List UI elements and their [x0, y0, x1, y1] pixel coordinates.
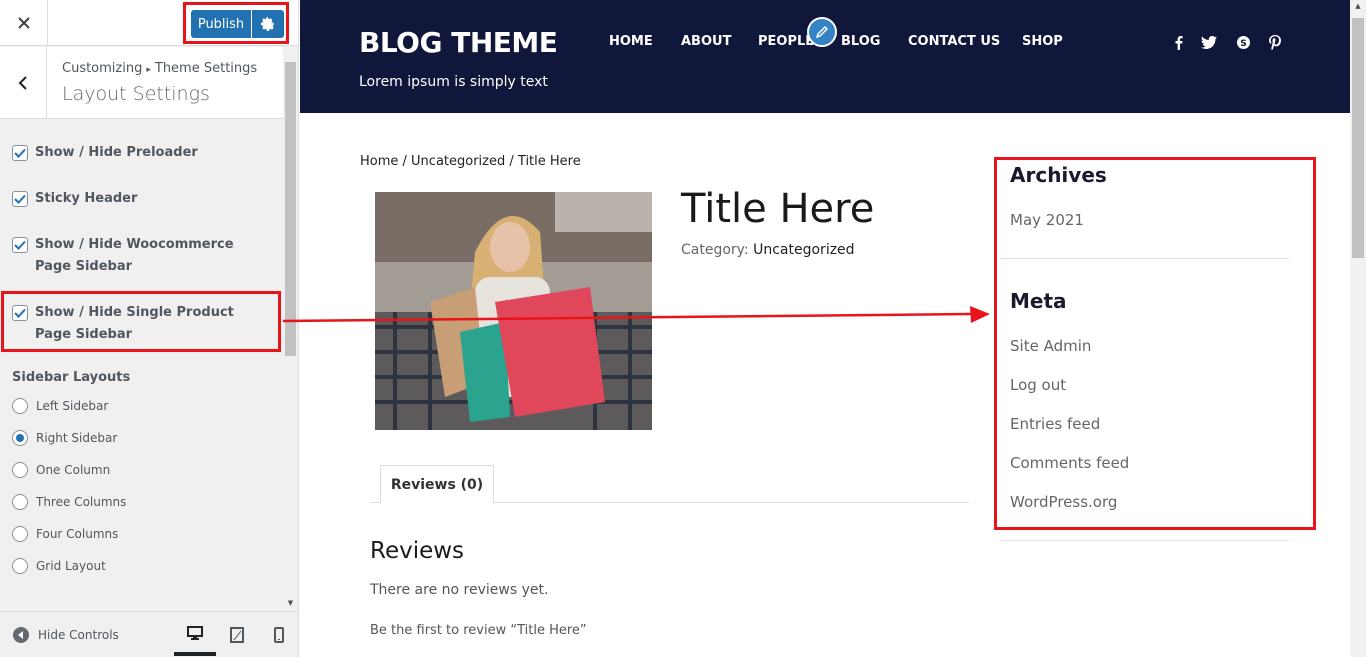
breadcrumb-current: Title Here: [517, 154, 581, 169]
desktop-icon: [187, 626, 203, 640]
category-label: Category:: [681, 242, 749, 258]
layout-three-columns[interactable]: Three Columns: [12, 494, 126, 510]
radio-selected-dot: [16, 434, 24, 442]
radio-four-columns[interactable]: [12, 526, 28, 542]
skype-icon[interactable]: S: [1235, 34, 1251, 50]
mobile-icon: [274, 627, 284, 643]
option-sticky-header[interactable]: Sticky Header: [12, 190, 137, 210]
close-icon: [17, 17, 30, 29]
scroll-down-arrow-icon[interactable]: ▼: [283, 596, 298, 610]
preview-scrollbar-thumb[interactable]: [1352, 18, 1364, 258]
first-review-text: Be the first to review “Title Here”: [370, 623, 587, 638]
checkbox-preloader[interactable]: [12, 145, 28, 161]
layout-left-sidebar[interactable]: Left Sidebar: [12, 398, 108, 414]
scrollbar-thumb[interactable]: [285, 62, 296, 356]
breadcrumb-home[interactable]: Home: [360, 154, 398, 169]
panel-scrollbar[interactable]: [283, 47, 298, 612]
edit-shortcut-button[interactable]: [807, 17, 837, 47]
radio-label: Left Sidebar: [36, 399, 109, 413]
check-icon: [14, 240, 26, 250]
preview-desktop-button[interactable]: [174, 614, 216, 656]
tablet-icon: [230, 627, 244, 643]
chevron-left-icon: [18, 76, 27, 90]
tab-reviews[interactable]: Reviews (0): [380, 465, 494, 504]
radio-left-sidebar[interactable]: [12, 398, 28, 414]
site-tagline: Lorem ipsum is simply text: [359, 74, 548, 90]
option-woocommerce-sidebar[interactable]: Show / Hide Woocommerce Page Sidebar: [12, 236, 257, 278]
option-preloader[interactable]: Show / Hide Preloader: [12, 144, 198, 164]
product-image[interactable]: [375, 192, 652, 430]
section-title: Layout Settings: [62, 83, 210, 105]
section-header: Customizing ▸ Theme Settings Layout Settin…: [0, 47, 283, 119]
radio-one-column[interactable]: [12, 462, 28, 478]
breadcrumb-parent: Theme Settings: [154, 61, 258, 76]
preview-scrollbar[interactable]: ▲: [1350, 0, 1366, 657]
breadcrumb-root: Customizing: [62, 61, 143, 76]
site-title[interactable]: BLOG THEME: [359, 26, 558, 59]
checkbox-woocommerce-sidebar[interactable]: [12, 237, 28, 253]
woman-with-shopping-bags-image: [375, 192, 652, 430]
category-link[interactable]: Uncategorized: [753, 242, 854, 258]
breadcrumb-separator-icon: ▸: [146, 65, 151, 75]
breadcrumb: Home / Uncategorized / Title Here: [360, 154, 581, 169]
layout-four-columns[interactable]: Four Columns: [12, 526, 118, 542]
layout-grid[interactable]: Grid Layout: [12, 558, 106, 574]
back-button[interactable]: [0, 47, 47, 119]
option-label: Show / Hide Woocommerce Page Sidebar: [35, 237, 234, 274]
checkbox-sticky-header[interactable]: [12, 191, 28, 207]
nav-home[interactable]: HOME: [609, 34, 653, 49]
radio-grid[interactable]: [12, 558, 28, 574]
option-label: Show / Hide Preloader: [35, 145, 198, 160]
widget-divider: [1000, 540, 1289, 541]
hide-controls-button[interactable]: Hide Controls: [13, 627, 119, 643]
customizer-panel: Publish Customizing ▸ Theme Settings Layou…: [0, 0, 299, 657]
check-icon: [14, 194, 26, 204]
breadcrumb-category[interactable]: Uncategorized: [411, 154, 505, 169]
breadcrumb-separator: /: [398, 154, 412, 169]
radio-label: Four Columns: [36, 527, 119, 541]
reviews-heading: Reviews: [370, 538, 465, 564]
option-highlight-box: [1, 291, 281, 352]
pinterest-icon[interactable]: [1267, 34, 1283, 50]
sidebar-highlight-box: [994, 157, 1316, 530]
pencil-icon: [815, 25, 829, 39]
radio-right-sidebar[interactable]: [12, 430, 28, 446]
nav-contact-us[interactable]: CONTACT US: [908, 34, 1000, 49]
nav-about[interactable]: ABOUT: [681, 34, 731, 49]
product-title: Title Here: [681, 186, 875, 232]
layout-right-sidebar[interactable]: Right Sidebar: [12, 430, 117, 446]
nav-people[interactable]: PEOPLE: [758, 34, 814, 49]
radio-label: Three Columns: [36, 495, 127, 509]
check-icon: [14, 148, 26, 158]
preview-tablet-button[interactable]: [216, 614, 258, 656]
customizer-breadcrumb: Customizing ▸ Theme Settings: [62, 61, 257, 76]
no-reviews-text: There are no reviews yet.: [370, 582, 549, 598]
layout-one-column[interactable]: One Column: [12, 462, 110, 478]
option-label: Sticky Header: [35, 191, 138, 206]
site-header: BLOG THEME Lorem ipsum is simply text HO…: [300, 0, 1350, 113]
radio-three-columns[interactable]: [12, 494, 28, 510]
product-category: Category: Uncategorized: [681, 242, 855, 258]
radio-label: One Column: [36, 463, 111, 477]
facebook-icon[interactable]: [1170, 34, 1186, 50]
publish-highlight-box: [183, 2, 289, 44]
radio-label: Grid Layout: [36, 559, 106, 573]
nav-blog[interactable]: BLOG: [841, 34, 880, 49]
radio-label: Right Sidebar: [36, 431, 118, 445]
nav-shop[interactable]: SHOP: [1022, 34, 1063, 49]
customizer-footer: Hide Controls: [0, 611, 298, 657]
twitter-icon[interactable]: [1201, 34, 1217, 50]
hide-controls-label: Hide Controls: [38, 628, 119, 642]
svg-text:S: S: [1240, 39, 1246, 49]
breadcrumb-separator: /: [505, 154, 518, 169]
arrow-left-circle-icon: [13, 627, 29, 643]
close-customizer-button[interactable]: [0, 0, 48, 46]
scroll-up-arrow-icon[interactable]: ▲: [1350, 2, 1366, 14]
preview-mobile-button[interactable]: [258, 614, 298, 656]
sidebar-layouts-title: Sidebar Layouts: [12, 370, 131, 385]
